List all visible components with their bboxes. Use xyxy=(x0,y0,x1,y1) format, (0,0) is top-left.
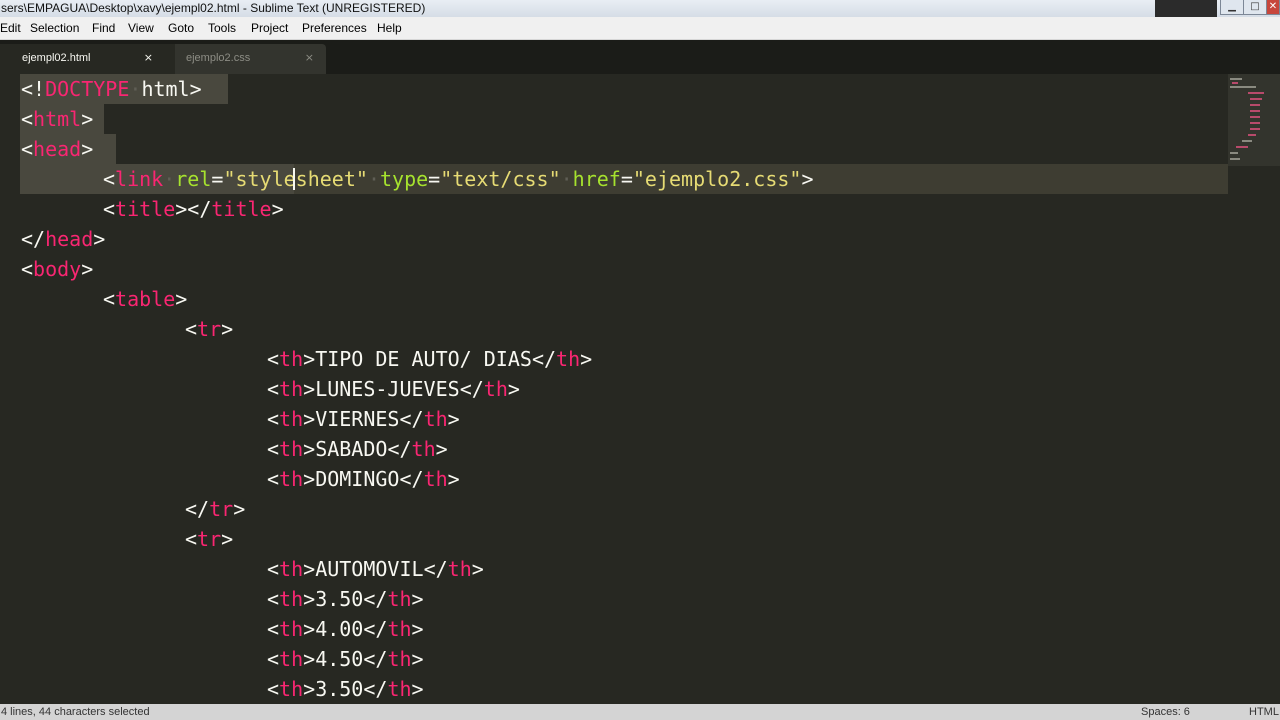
indentation-status[interactable]: Spaces: 6 xyxy=(1141,704,1190,720)
code-line: <link·rel="stylesheet"·type="text/css"·h… xyxy=(103,167,814,191)
code-line: <!DOCTYPE·html> xyxy=(21,77,202,101)
code-line: <body> xyxy=(21,257,94,281)
tab-bar: ejemplo2.css × ejempl02.html × xyxy=(0,40,1280,74)
title-bar-shadow xyxy=(1155,0,1217,17)
minimap-line xyxy=(1250,128,1260,130)
code-line: <th>DOMINGO</th> xyxy=(267,467,460,491)
minimap-line xyxy=(1250,104,1260,106)
code-line: <th>SABADO</th> xyxy=(267,437,448,461)
menu-selection[interactable]: Selection xyxy=(30,21,79,35)
code-line: </head> xyxy=(21,227,106,251)
minimap-line xyxy=(1250,98,1262,100)
window-title: sers\EMPAGUA\Desktop\xavy\ejempl02.html … xyxy=(1,1,426,15)
minimize-button[interactable]: ▁ xyxy=(1220,0,1244,15)
close-window-button[interactable]: ✕ xyxy=(1266,0,1280,15)
menu-edit[interactable]: Edit xyxy=(0,21,21,35)
code-line: <th>TIPO DE AUTO/ DIAS</th> xyxy=(267,347,593,371)
code-line: <tr> xyxy=(185,527,234,551)
minimap-line xyxy=(1230,158,1240,160)
tab-ejempl02-html[interactable]: ejempl02.html × xyxy=(0,44,175,74)
tab-label: ejemplo2.css xyxy=(186,52,251,64)
code-line: <head> xyxy=(21,137,94,161)
minimap-line xyxy=(1250,116,1260,118)
minimap[interactable] xyxy=(1228,74,1280,704)
minimap-line xyxy=(1230,86,1256,88)
maximize-button[interactable]: □ xyxy=(1243,0,1267,15)
close-tab-icon[interactable]: × xyxy=(144,44,153,72)
minimap-line xyxy=(1248,134,1256,136)
menu-goto[interactable]: Goto xyxy=(168,21,194,35)
minimap-line xyxy=(1236,146,1248,148)
code-line: <tr> xyxy=(185,317,234,341)
code-line: </tr> xyxy=(185,497,246,521)
selection-status: 4 lines, 44 characters selected xyxy=(1,706,150,718)
minimap-line xyxy=(1248,92,1264,94)
menu-project[interactable]: Project xyxy=(251,21,288,35)
minimap-line xyxy=(1242,140,1252,142)
code-line: <th>AUTOMOVIL</th> xyxy=(267,557,484,581)
menu-find[interactable]: Find xyxy=(92,21,115,35)
code-line: <th>3.50</th> xyxy=(267,677,424,701)
menu-tools[interactable]: Tools xyxy=(208,21,236,35)
close-tab-icon[interactable]: × xyxy=(305,44,314,72)
code-line: <th>4.50</th> xyxy=(267,647,424,671)
code-line: <html> xyxy=(21,107,94,131)
minimap-line xyxy=(1230,152,1238,154)
menu-preferences[interactable]: Preferences xyxy=(302,21,367,35)
status-bar: 4 lines, 44 characters selected Spaces: … xyxy=(0,704,1280,720)
menu-bar: Edit Selection Find View Goto Tools Proj… xyxy=(0,17,1280,40)
code-line: <th>3.50</th> xyxy=(267,587,424,611)
code-editor[interactable]: <!DOCTYPE·html> <html> <head> <link·rel=… xyxy=(0,74,1228,704)
code-line: <table> xyxy=(103,287,188,311)
code-line: <th>VIERNES</th> xyxy=(267,407,460,431)
minimap-line xyxy=(1230,78,1242,80)
minimap-line xyxy=(1232,82,1238,84)
code-line: <th>LUNES-JUEVES</th> xyxy=(267,377,520,401)
title-bar: sers\EMPAGUA\Desktop\xavy\ejempl02.html … xyxy=(0,0,1280,17)
text-caret xyxy=(293,168,295,190)
menu-help[interactable]: Help xyxy=(377,21,402,35)
tab-label: ejempl02.html xyxy=(22,52,91,64)
menu-view[interactable]: View xyxy=(128,21,154,35)
code-line: <title></title> xyxy=(103,197,284,221)
tab-ejemplo2-css[interactable]: ejemplo2.css × xyxy=(166,44,326,74)
minimap-line xyxy=(1250,122,1260,124)
syntax-status[interactable]: HTML xyxy=(1249,704,1279,720)
minimap-line xyxy=(1250,110,1260,112)
code-line: <th>4.00</th> xyxy=(267,617,424,641)
